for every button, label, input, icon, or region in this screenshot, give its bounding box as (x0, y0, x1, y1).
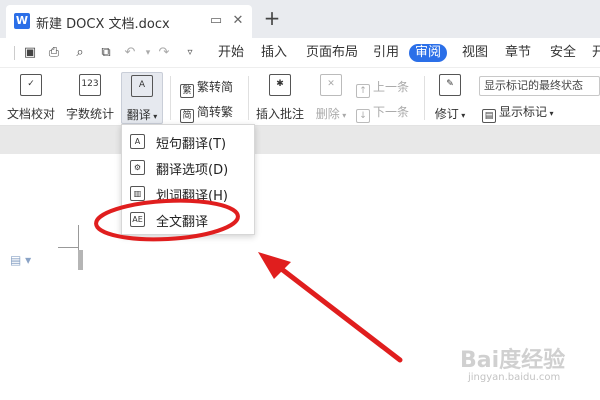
customize-toolbar-icon[interactable]: ▿ (182, 45, 198, 61)
translate-options-icon: ⚙ (130, 160, 145, 175)
word-count-button[interactable]: 123 字数统计 (63, 72, 117, 124)
watermark-url: jingyan.baidu.com (468, 372, 561, 383)
next-comment-button[interactable]: ↓ 下一条 (356, 103, 410, 123)
menu-item-short-translate[interactable]: A 短句翻译(T) (122, 128, 254, 154)
spell-check-button[interactable]: ✓ 文档校对 (4, 72, 58, 124)
new-tab-button[interactable]: + (262, 7, 282, 29)
text-cursor (78, 250, 83, 270)
delete-comment-icon: ✕ (320, 74, 342, 96)
insert-comment-label: 插入批注 (255, 107, 304, 121)
save-icon[interactable]: ▣ (22, 45, 38, 61)
track-changes-button[interactable]: ✎ 修订 ▾ (430, 72, 470, 124)
trad-to-simp-icon: 繁 (180, 84, 194, 98)
word-select-translate-icon: ▥ (130, 186, 145, 201)
tab-more[interactable]: 开 (592, 44, 600, 62)
tab-view[interactable]: 视图 (462, 44, 488, 62)
short-translate-icon: A (130, 134, 145, 149)
markup-mode-select[interactable]: 显示标记的最终状态 (479, 76, 600, 96)
ribbon-divider (248, 76, 249, 120)
restore-window-icon[interactable]: ▭ (208, 13, 224, 29)
prev-comment-icon: ↑ (356, 84, 370, 98)
simp-to-trad-button[interactable]: 简简转繁 (180, 103, 234, 123)
menu-item-full-text-translate[interactable]: AE 全文翻译 (122, 206, 254, 232)
delete-comment-button[interactable]: ✕ 删除 ▾ (310, 72, 352, 124)
spell-check-icon: ✓ (20, 74, 42, 96)
page-margin-corner (58, 247, 78, 248)
trad-to-simp-label: 繁转简 (197, 80, 234, 94)
simp-to-trad-label: 简转繁 (197, 105, 234, 119)
menu-item-word-select-translate[interactable]: ▥ 划词翻译(H) (122, 180, 254, 206)
translate-icon: A (131, 75, 153, 97)
next-comment-icon: ↓ (356, 109, 370, 123)
watermark-logo: Bai度经验 (460, 348, 566, 373)
word-count-label: 字数统计 (65, 107, 114, 121)
ribbon-divider (424, 76, 425, 120)
menu-item-label: 短句翻译(T) (156, 137, 227, 152)
document-title: 新建 DOCX 文档.docx (36, 17, 170, 32)
print-preview-icon[interactable]: ⌕ (72, 45, 88, 61)
undo-dropdown-icon[interactable]: ▾ (140, 45, 156, 61)
wps-writer-icon: W (14, 13, 30, 29)
paragraph-handle-icon[interactable]: ▤ ▾ (10, 253, 31, 267)
redo-icon[interactable]: ↷ (156, 45, 172, 61)
page-gap (0, 126, 600, 154)
simp-to-trad-icon: 简 (180, 109, 194, 123)
insert-comment-button[interactable]: ✱ 插入批注 (252, 72, 308, 124)
review-ribbon: ✓ 文档校对 123 字数统计 A 翻译 ▾ 繁繁转简 简简转繁 ✱ 插入批注 … (0, 68, 600, 126)
title-bar: W 新建 DOCX 文档.docx ▭ ✕ + (0, 0, 600, 38)
next-comment-label: 下一条 (373, 105, 410, 119)
menu-item-label: 全文翻译 (156, 215, 209, 230)
export-icon[interactable]: ⧉ (98, 45, 114, 61)
menu-tab-row: ▣ ⎙ ⌕ ⧉ ↶ ▾ ↷ ▿ 开始 插入 页面布局 引用 审阅 视图 章节 安… (0, 38, 600, 68)
show-markup-icon: ▤ (482, 109, 496, 123)
menu-item-label: 翻译选项(D) (156, 163, 229, 178)
insert-comment-icon: ✱ (269, 74, 291, 96)
toolbar-divider (14, 46, 15, 60)
tab-page-layout[interactable]: 页面布局 (306, 44, 358, 62)
spell-check-label: 文档校对 (6, 107, 55, 121)
tab-review[interactable]: 审阅 (409, 44, 448, 62)
show-markup-button[interactable]: ▤ 显示标记 ▾ (482, 103, 554, 123)
menu-item-translate-options[interactable]: ⚙ 翻译选项(D) (122, 154, 254, 180)
tab-security[interactable]: 安全 (550, 44, 576, 62)
delete-comment-label: 删除 ▾ (315, 107, 347, 121)
prev-comment-button[interactable]: ↑ 上一条 (356, 78, 410, 98)
close-tab-icon[interactable]: ✕ (230, 13, 246, 29)
tab-references[interactable]: 引用 (373, 44, 399, 62)
page-margin-corner (78, 225, 79, 253)
prev-comment-label: 上一条 (373, 80, 410, 94)
track-changes-icon: ✎ (439, 74, 461, 96)
translate-button[interactable]: A 翻译 ▾ (121, 72, 163, 124)
document-tab[interactable]: W 新建 DOCX 文档.docx ▭ ✕ (6, 5, 252, 38)
full-text-translate-icon: AE (130, 212, 145, 227)
word-count-icon: 123 (79, 74, 101, 96)
tab-home[interactable]: 开始 (218, 44, 244, 62)
menu-item-label: 划词翻译(H) (156, 189, 228, 204)
tab-insert[interactable]: 插入 (261, 44, 287, 62)
ribbon-divider (170, 76, 171, 120)
translate-dropdown-menu: A 短句翻译(T) ⚙ 翻译选项(D) ▥ 划词翻译(H) AE 全文翻译 (121, 124, 255, 235)
undo-icon[interactable]: ↶ (122, 45, 138, 61)
show-markup-label: 显示标记 (499, 105, 548, 119)
print-icon[interactable]: ⎙ (46, 45, 62, 61)
trad-to-simp-button[interactable]: 繁繁转简 (180, 78, 234, 98)
translate-label: 翻译 ▾ (126, 108, 158, 122)
watermark: Bai度经验 jingyan.baidu.com (460, 338, 580, 388)
track-changes-label: 修订 ▾ (434, 107, 466, 121)
tab-sections[interactable]: 章节 (505, 44, 531, 62)
